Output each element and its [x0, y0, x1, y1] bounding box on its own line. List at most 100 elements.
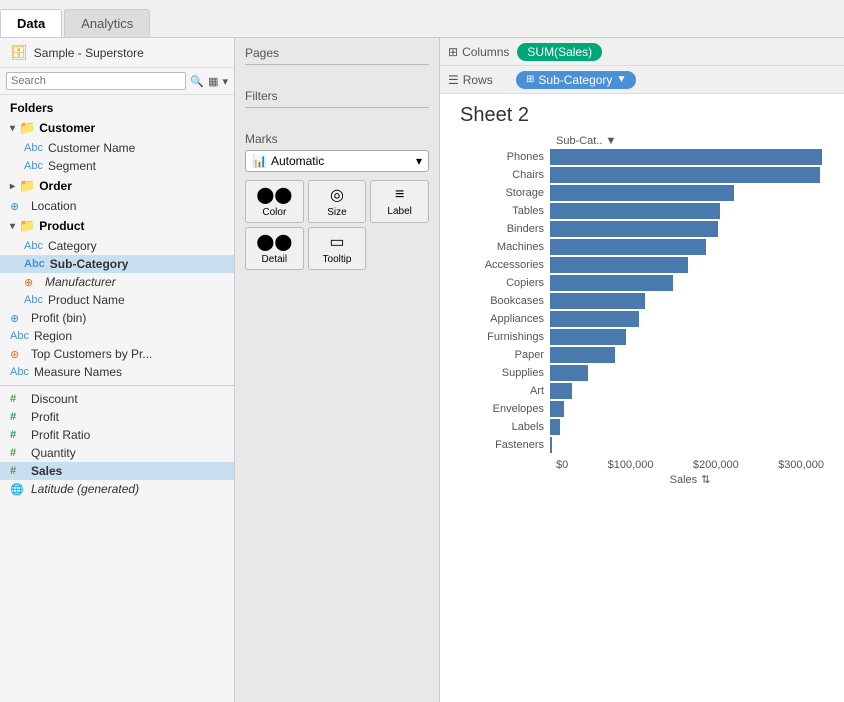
field-label: Top Customers by Pr... [31, 347, 152, 361]
bar[interactable] [550, 329, 626, 345]
field-label: Latitude (generated) [31, 482, 139, 496]
bar[interactable] [550, 167, 820, 183]
bar-wrap[interactable] [550, 347, 824, 363]
field-manufacturer[interactable]: ⊕ Manufacturer [0, 273, 234, 291]
rows-shelf: ☰ Rows ⊞ Sub-Category ▼ [440, 66, 844, 94]
group-order-header[interactable]: ▸ 📁 Order [0, 175, 234, 197]
search-row: 🔍 ▦ ▾ [0, 68, 234, 95]
field-top-customers[interactable]: ⊛ Top Customers by Pr... [0, 345, 234, 363]
tab-analytics[interactable]: Analytics [64, 9, 150, 37]
axis-label: Sales ⇅ [460, 473, 824, 486]
bar-wrap[interactable] [550, 383, 824, 399]
field-sales[interactable]: # Sales [0, 462, 234, 480]
table-row: Furnishings [460, 329, 824, 345]
bar-wrap[interactable] [550, 311, 824, 327]
bar-wrap[interactable] [550, 329, 824, 345]
bar[interactable] [550, 347, 615, 363]
bar[interactable] [550, 257, 688, 273]
size-button[interactable]: ◎ Size [308, 180, 367, 223]
field-category[interactable]: Abc Category [0, 237, 234, 255]
group-product: ▾ 📁 Product Abc Category Abc Sub-Categor… [0, 215, 234, 309]
bar[interactable] [550, 149, 822, 165]
bar[interactable] [550, 275, 673, 291]
field-product-name[interactable]: Abc Product Name [0, 291, 234, 309]
bar-wrap[interactable] [550, 167, 824, 183]
bar-wrap[interactable] [550, 419, 824, 435]
bar[interactable] [550, 311, 639, 327]
bar[interactable] [550, 293, 645, 309]
marks-type-label: Automatic [271, 154, 324, 168]
search-icon[interactable]: 🔍 [190, 75, 204, 88]
label-button[interactable]: ≡ Label [370, 180, 429, 223]
field-region[interactable]: Abc Region [0, 327, 234, 345]
bar-wrap[interactable] [550, 275, 824, 291]
abc-icon: Abc [24, 160, 43, 172]
group-order-label: Order [39, 179, 72, 193]
bar-wrap[interactable] [550, 365, 824, 381]
rows-pill[interactable]: ⊞ Sub-Category ▼ [516, 71, 636, 89]
color-button[interactable]: ⬤⬤ Color [245, 180, 304, 223]
bar[interactable] [550, 419, 560, 435]
sub-cat-header: Sub-Cat.. ▼ [460, 135, 824, 147]
field-sub-category[interactable]: Abc Sub-Category [0, 255, 234, 273]
bar-wrap[interactable] [550, 221, 824, 237]
bar-wrap[interactable] [550, 401, 824, 417]
tooltip-button[interactable]: ▭ Tooltip [308, 227, 367, 270]
field-segment[interactable]: Abc Segment [0, 157, 234, 175]
grid-icon[interactable]: ▦ [208, 75, 218, 88]
field-profit-ratio[interactable]: # Profit Ratio [0, 426, 234, 444]
bar-wrap[interactable] [550, 257, 824, 273]
bar[interactable] [550, 365, 588, 381]
table-row: Phones [460, 149, 824, 165]
detail-button[interactable]: ⬤⬤ Detail [245, 227, 304, 270]
bar-label: Copiers [460, 277, 550, 289]
folder-icon: 📁 [19, 218, 35, 234]
columns-pill[interactable]: SUM(Sales) [517, 43, 602, 61]
bar-label: Supplies [460, 367, 550, 379]
rows-pill-icon: ⊞ [526, 74, 534, 85]
data-source-row[interactable]: 🗄 Sample - Superstore [0, 38, 234, 68]
sort-icon[interactable]: ⇅ [701, 473, 710, 486]
field-discount[interactable]: # Discount [0, 390, 234, 408]
fields-list: ▾ 📁 Customer Abc Customer Name Abc Segme… [0, 117, 234, 702]
field-label: Segment [48, 159, 96, 173]
bar-wrap[interactable] [550, 149, 824, 165]
field-profit[interactable]: # Profit [0, 408, 234, 426]
bar-wrap[interactable] [550, 293, 824, 309]
bar-wrap[interactable] [550, 203, 824, 219]
bar-wrap[interactable] [550, 185, 824, 201]
bar-chart-icon: 📊 [252, 154, 267, 168]
database-icon: 🗄 [10, 44, 28, 61]
bar-wrap[interactable] [550, 239, 824, 255]
field-label: Sub-Category [50, 257, 129, 271]
group-customer-header[interactable]: ▾ 📁 Customer [0, 117, 234, 139]
bar[interactable] [550, 383, 572, 399]
field-latitude[interactable]: 🌐 Latitude (generated) [0, 480, 234, 498]
bar-wrap[interactable] [550, 437, 824, 453]
field-quantity[interactable]: # Quantity [0, 444, 234, 462]
x-axis-label: $200,000 [693, 459, 739, 471]
abc-icon: Abc [24, 294, 43, 306]
marks-type-select[interactable]: 📊 Automatic ▾ [245, 150, 429, 172]
table-row: Copiers [460, 275, 824, 291]
bar[interactable] [550, 437, 552, 453]
abc-icon: Abc [10, 330, 29, 342]
search-input[interactable] [6, 72, 186, 90]
table-row: Appliances [460, 311, 824, 327]
tab-data[interactable]: Data [0, 9, 62, 37]
bar[interactable] [550, 185, 734, 201]
dropdown-icon[interactable]: ▾ [222, 75, 228, 88]
table-row: Art [460, 383, 824, 399]
color-label: Color [262, 207, 286, 218]
sub-cat-header-label: Sub-Cat.. ▼ [556, 135, 616, 147]
group-product-header[interactable]: ▾ 📁 Product [0, 215, 234, 237]
field-customer-name[interactable]: Abc Customer Name [0, 139, 234, 157]
columns-shelf: ⊞ Columns SUM(Sales) [440, 38, 844, 66]
bar[interactable] [550, 239, 706, 255]
field-location[interactable]: ⊕ Location [0, 197, 234, 215]
field-measure-names[interactable]: Abc Measure Names [0, 363, 234, 381]
field-profit-bin[interactable]: ⊕ Profit (bin) [0, 309, 234, 327]
bar[interactable] [550, 401, 564, 417]
bar[interactable] [550, 203, 720, 219]
bar[interactable] [550, 221, 718, 237]
